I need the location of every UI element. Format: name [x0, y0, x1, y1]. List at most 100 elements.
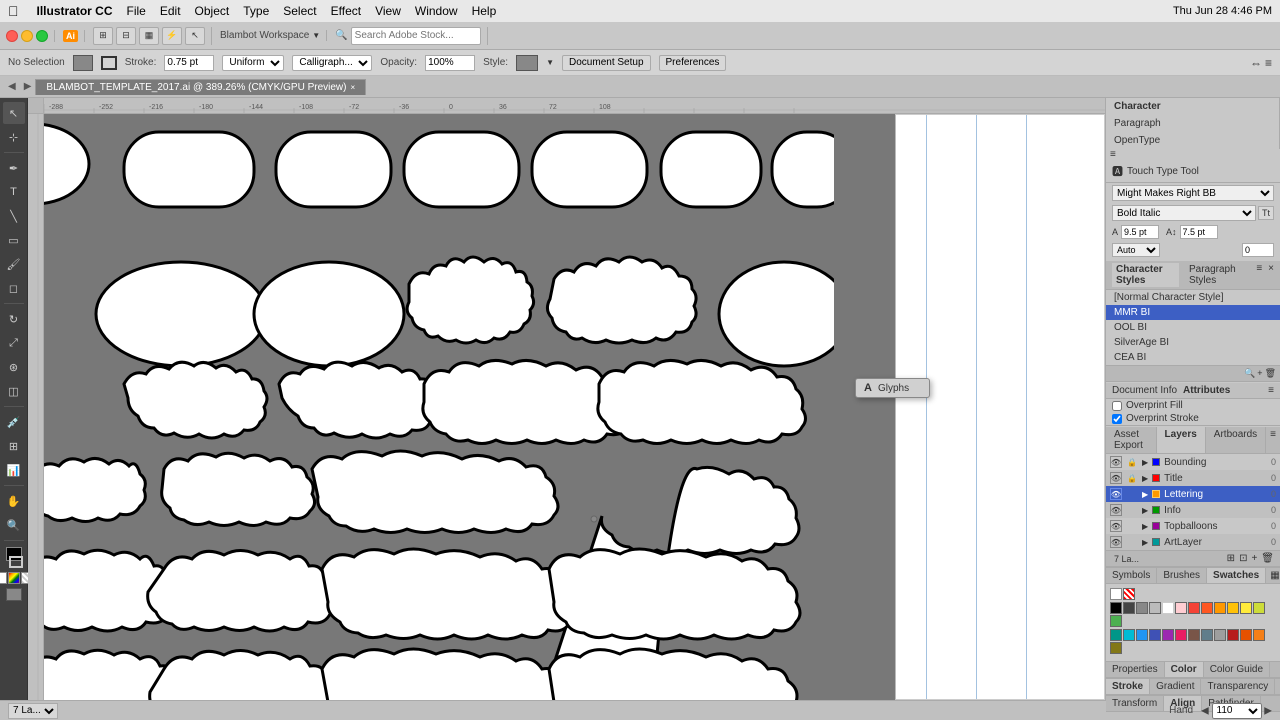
- swatch-dark[interactable]: [1123, 602, 1135, 614]
- font-name-select[interactable]: Might Makes Right BB: [1112, 185, 1274, 201]
- swatch-amber[interactable]: [1227, 602, 1239, 614]
- view-mode-btn[interactable]: ▦: [139, 27, 159, 45]
- layer-eye-lettering[interactable]: 👁: [1110, 488, 1122, 500]
- layer-lock-topballoons[interactable]: [1126, 520, 1138, 532]
- tab-close-btn[interactable]: ×: [350, 83, 355, 92]
- workspace-label[interactable]: Blambot Workspace: [220, 30, 309, 41]
- layer-artlayer[interactable]: 👁 ▶ ArtLayer 0: [1106, 534, 1280, 550]
- workspace-dropdown-icon[interactable]: ▼: [312, 31, 320, 40]
- font-preview-btn[interactable]: Tt: [1258, 206, 1274, 220]
- char-style-delete-icon[interactable]: 🗑: [1265, 368, 1276, 379]
- layer-arrow-topballoons[interactable]: ▶: [1142, 522, 1148, 531]
- swatch-mid-gray[interactable]: [1214, 629, 1226, 641]
- stroke-value-input[interactable]: [164, 55, 214, 71]
- swatch-brown[interactable]: [1188, 629, 1200, 641]
- char-styles-close[interactable]: ×: [1268, 263, 1274, 287]
- layer-lock-info[interactable]: [1126, 504, 1138, 516]
- leading-input[interactable]: [1180, 225, 1218, 239]
- new-doc-btn[interactable]: ⊞: [93, 27, 113, 45]
- eraser-tool[interactable]: ◻: [3, 277, 25, 299]
- font-size-input[interactable]: [1121, 225, 1159, 239]
- swatch-white2[interactable]: [1162, 602, 1174, 614]
- menu-effect[interactable]: Effect: [331, 4, 361, 18]
- tab-transform[interactable]: Transform: [1106, 696, 1164, 711]
- font-style-select[interactable]: Bold Italic: [1112, 205, 1256, 221]
- swatch-orange[interactable]: [1214, 602, 1226, 614]
- swatch-pink-lt[interactable]: [1175, 602, 1187, 614]
- swatch-gray[interactable]: [1136, 602, 1148, 614]
- swatch-teal[interactable]: [1110, 629, 1122, 641]
- layer-arrow-title[interactable]: ▶: [1142, 474, 1148, 483]
- zoom-select[interactable]: 110: [1212, 703, 1262, 719]
- tab-transparency[interactable]: Transparency: [1201, 679, 1275, 694]
- type-tool[interactable]: T: [3, 181, 25, 203]
- zoom-tool[interactable]: 🔍: [3, 514, 25, 536]
- graph-tool[interactable]: 📊: [3, 459, 25, 481]
- layer-bounding[interactable]: 👁 🔒 ▶ Bounding 0: [1106, 454, 1280, 470]
- preferences-btn[interactable]: Preferences: [659, 55, 727, 71]
- swatch-cyan[interactable]: [1123, 629, 1135, 641]
- fill-mode-btn[interactable]: [0, 572, 7, 584]
- swatch-blue-gray[interactable]: [1201, 629, 1213, 641]
- blend-tool[interactable]: ⊛: [3, 356, 25, 378]
- swatch-white[interactable]: [1110, 588, 1122, 600]
- style-arrow[interactable]: ▼: [546, 58, 554, 67]
- fill-swatch[interactable]: [73, 55, 93, 71]
- selection-tool[interactable]: ↖: [3, 102, 25, 124]
- pen-tool[interactable]: ✒: [3, 157, 25, 179]
- stroke-swatch[interactable]: [101, 56, 117, 70]
- hand-tool[interactable]: ✋: [3, 490, 25, 512]
- swatch-lt-gray[interactable]: [1149, 602, 1161, 614]
- char-style-new-icon[interactable]: +: [1257, 368, 1262, 379]
- layer-eye-bounding[interactable]: 👁: [1110, 456, 1122, 468]
- swatches-view-grid[interactable]: ▦: [1266, 568, 1280, 583]
- char-style-oolbi[interactable]: OOL BI: [1106, 320, 1280, 335]
- tab-brushes[interactable]: Brushes: [1157, 568, 1207, 583]
- layer-lettering[interactable]: 👁 ▶ Lettering 0: [1106, 486, 1280, 502]
- line-tool[interactable]: ╲: [3, 205, 25, 227]
- arrow-tool[interactable]: ↖: [185, 27, 205, 45]
- swatch-red[interactable]: [1188, 602, 1200, 614]
- tab-color-guide[interactable]: Color Guide: [1204, 662, 1270, 677]
- tab-stroke[interactable]: Stroke: [1106, 679, 1150, 694]
- tab-color[interactable]: Color: [1165, 662, 1204, 677]
- char-style-silveragebi[interactable]: SilverAge BI: [1106, 335, 1280, 350]
- tab-character[interactable]: Character: [1106, 98, 1280, 115]
- measure-tool[interactable]: ⊞: [3, 435, 25, 457]
- tab-back-btn[interactable]: ◀: [4, 79, 20, 94]
- minimize-button[interactable]: [21, 30, 33, 42]
- layer-topballoons[interactable]: 👁 ▶ Topballoons 0: [1106, 518, 1280, 534]
- layer-eye-artlayer[interactable]: 👁: [1110, 536, 1122, 548]
- eyedropper-tool[interactable]: 💉: [3, 411, 25, 433]
- tab-paragraph[interactable]: Paragraph: [1106, 115, 1280, 132]
- tab-asset-export[interactable]: Asset Export: [1106, 427, 1157, 453]
- layer-arrow-info[interactable]: ▶: [1142, 506, 1148, 515]
- para-styles-tab[interactable]: Paragraph Styles: [1185, 263, 1250, 287]
- glyphs-popup[interactable]: A Glyphs: [855, 378, 930, 398]
- layer-lock-lettering[interactable]: [1126, 488, 1138, 500]
- open-btn[interactable]: ⊟: [116, 27, 136, 45]
- tab-layers[interactable]: Layers: [1157, 427, 1206, 453]
- layer-arrow-artlayer[interactable]: ▶: [1142, 538, 1148, 547]
- style-swatch[interactable]: [516, 55, 538, 71]
- overprint-stroke-checkbox[interactable]: [1112, 414, 1122, 424]
- gradient-mode-btn[interactable]: [8, 572, 20, 584]
- doc-info-tab[interactable]: Document Info: [1112, 385, 1177, 396]
- layer-arrow-lettering[interactable]: ▶: [1142, 490, 1148, 499]
- scale-tool[interactable]: ⤢: [3, 332, 25, 354]
- gpu-btn[interactable]: ⚡: [162, 27, 182, 45]
- scroll-right-btn[interactable]: ▶: [1264, 705, 1272, 716]
- char-style-ceabi[interactable]: CEA BI: [1106, 350, 1280, 365]
- swatch-green[interactable]: [1110, 615, 1122, 627]
- tracking-select[interactable]: Auto: [1112, 243, 1160, 257]
- layer-info[interactable]: 👁 ▶ Info 0: [1106, 502, 1280, 518]
- char-style-normal[interactable]: [Normal Character Style]: [1106, 290, 1280, 305]
- menu-window[interactable]: Window: [415, 4, 458, 18]
- menu-help[interactable]: Help: [472, 4, 497, 18]
- canvas-content[interactable]: [44, 114, 1105, 700]
- swatch-yellow[interactable]: [1240, 602, 1252, 614]
- balloon-canvas[interactable]: [44, 114, 834, 700]
- tab-fwd-btn[interactable]: ▶: [20, 79, 36, 94]
- doc-setup-btn[interactable]: Document Setup: [562, 55, 651, 71]
- swatch-dark-lime[interactable]: [1110, 642, 1122, 654]
